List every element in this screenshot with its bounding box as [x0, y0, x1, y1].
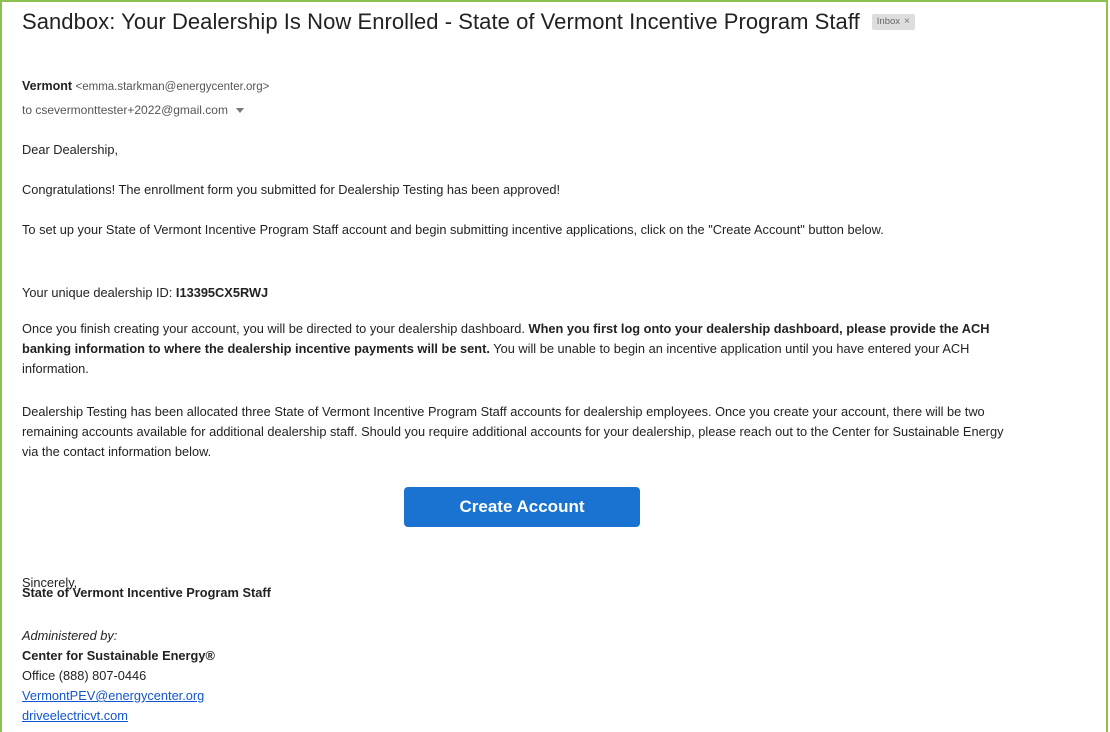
dealer-id-value: I13395CX5RWJ — [175, 285, 269, 300]
sender-name[interactable]: Vermont — [22, 79, 72, 93]
sender-address: <emma.starkman@energycenter.org> — [75, 81, 270, 93]
office-phone: Office (888) 807-0446 — [22, 668, 147, 683]
recipient-text: to csevermonttester+2022@gmail.com — [22, 103, 228, 117]
org-name: Center for Sustainable Energy® — [22, 648, 215, 663]
administered-by: Administered by: — [22, 628, 118, 643]
contact-email-link[interactable]: VermontPEV@energycenter.org — [22, 688, 204, 703]
dashboard-intro: Once you finish creating your account, y… — [22, 321, 529, 336]
inbox-label-text: Inbox — [876, 16, 901, 27]
signature-name: State of Vermont Incentive Program Staff — [22, 585, 271, 600]
dashboard-paragraph: Once you finish creating your account, y… — [22, 319, 1012, 379]
allocation-paragraph: Dealership Testing has been allocated th… — [22, 404, 1004, 459]
sender-line: Vermont <emma.starkman@energycenter.org> — [22, 79, 269, 93]
subject-row: Sandbox: Your Dealership Is Now Enrolled… — [22, 9, 915, 35]
email-subject: Sandbox: Your Dealership Is Now Enrolled… — [22, 9, 860, 34]
remove-label-icon[interactable]: × — [904, 16, 910, 28]
congrats-paragraph: Congratulations! The enrollment form you… — [22, 182, 561, 197]
greeting: Dear Dealership, — [22, 142, 119, 157]
dealer-id-label: Your unique dealership ID: — [22, 285, 176, 300]
website-link[interactable]: driveelectricvt.com — [22, 708, 128, 723]
inbox-label-chip[interactable]: Inbox × — [871, 14, 915, 30]
create-account-button[interactable]: Create Account — [404, 487, 640, 527]
setup-paragraph: To set up your State of Vermont Incentiv… — [22, 222, 884, 237]
dealer-id-paragraph: Your unique dealership ID: I13395CX5RWJ — [22, 283, 1012, 303]
recipient-line[interactable]: to csevermonttester+2022@gmail.com — [22, 103, 244, 117]
recipient-details-dropdown-icon[interactable] — [235, 107, 244, 113]
